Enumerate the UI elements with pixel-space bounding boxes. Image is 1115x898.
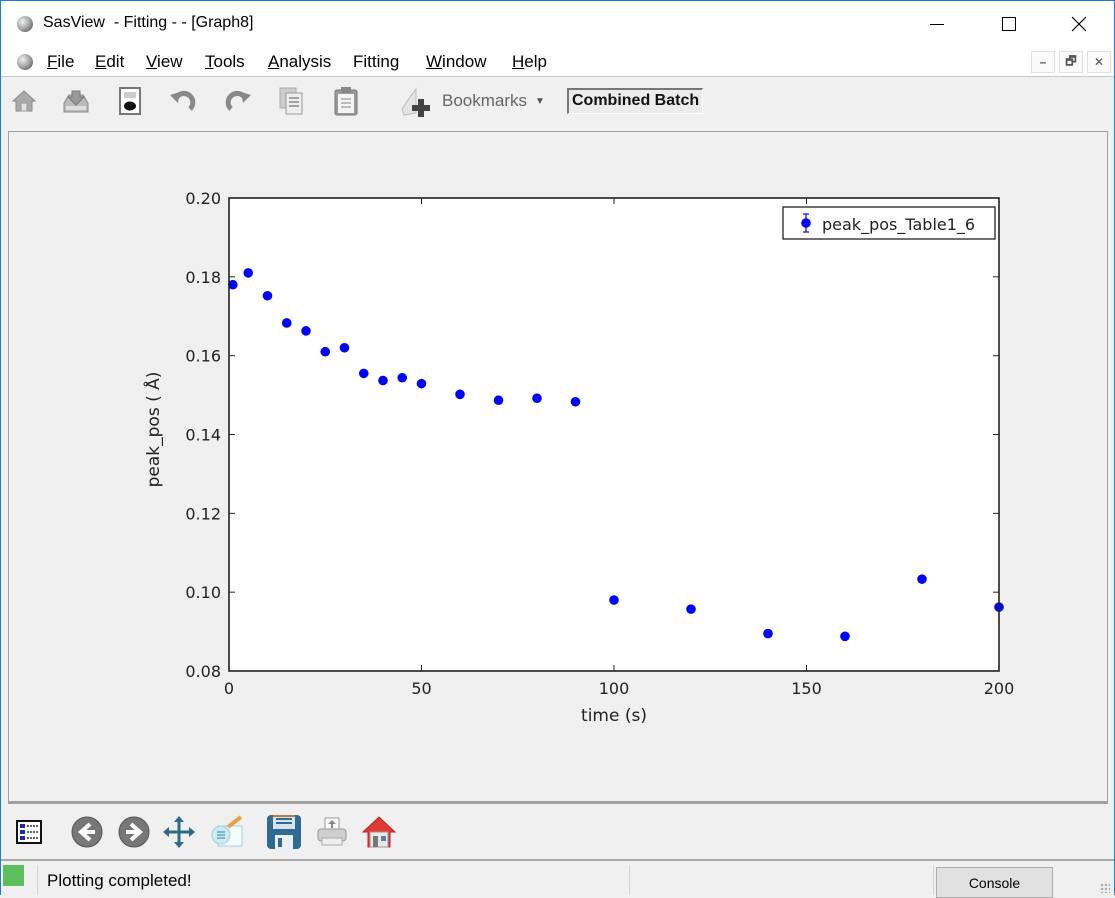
data-point[interactable] bbox=[416, 378, 427, 389]
pan-button[interactable] bbox=[161, 814, 197, 850]
data-point[interactable] bbox=[917, 574, 927, 584]
data-point[interactable] bbox=[301, 326, 311, 336]
data-point[interactable] bbox=[840, 631, 850, 642]
data-point[interactable] bbox=[339, 342, 350, 353]
x-tick-label: 200 bbox=[984, 679, 1015, 698]
data-point[interactable] bbox=[532, 393, 542, 404]
home-icon bbox=[362, 816, 396, 848]
main-window: SasView - Fitting - - [Graph8] File Edit… bbox=[0, 0, 1115, 898]
legend-label: peak_pos_Table1_6 bbox=[822, 215, 975, 235]
reset-home-button[interactable] bbox=[361, 814, 397, 850]
print-button[interactable] bbox=[314, 814, 350, 850]
status-separator bbox=[933, 865, 934, 895]
legend-marker bbox=[801, 218, 811, 228]
status-bar: Plotting completed! Console bbox=[1, 859, 1114, 898]
status-message: Plotting completed! bbox=[47, 871, 192, 890]
zoom-button[interactable] bbox=[209, 814, 245, 850]
y-axis-label: peak_pos ( Å) bbox=[142, 372, 164, 488]
y-tick-label: 0.10 bbox=[185, 583, 221, 602]
x-tick-label: 50 bbox=[411, 679, 431, 698]
back-icon bbox=[71, 816, 103, 848]
data-point[interactable] bbox=[281, 318, 292, 328]
status-separator bbox=[37, 865, 38, 895]
scatter-chart[interactable]: 0.08 0.10 0.12 0.14 0.16 0.18 0.20 0 50 100 150 20… bbox=[1, 1, 1115, 811]
data-point[interactable] bbox=[686, 604, 696, 614]
data-point[interactable] bbox=[763, 628, 773, 639]
data-point[interactable] bbox=[262, 290, 273, 301]
legend: peak_pos_Table1_6 bbox=[782, 206, 996, 240]
save-icon bbox=[267, 815, 301, 849]
y-tick-label: 0.20 bbox=[185, 189, 221, 208]
data-point[interactable] bbox=[243, 268, 254, 278]
console-button[interactable]: Console bbox=[936, 867, 1053, 898]
forward-button[interactable] bbox=[116, 814, 152, 850]
plot-navigation-toolbar bbox=[1, 808, 1114, 856]
x-tick-label: 150 bbox=[791, 679, 822, 698]
x-axis-label: time (s) bbox=[581, 706, 647, 726]
forward-icon bbox=[118, 816, 150, 848]
data-point[interactable] bbox=[378, 375, 388, 386]
y-tick-label: 0.08 bbox=[185, 662, 221, 681]
data-point[interactable] bbox=[570, 396, 581, 407]
status-separator bbox=[629, 865, 630, 895]
y-tick-label: 0.12 bbox=[185, 504, 221, 523]
data-point[interactable] bbox=[493, 395, 504, 406]
y-tick-label: 0.18 bbox=[185, 268, 221, 287]
save-button[interactable] bbox=[266, 814, 302, 850]
pan-icon bbox=[163, 816, 195, 848]
data-point[interactable] bbox=[320, 346, 331, 357]
x-tick-label: 100 bbox=[599, 679, 630, 698]
zoom-icon bbox=[211, 815, 243, 847]
resize-grip-icon[interactable] bbox=[1100, 883, 1110, 893]
x-tick-label: 0 bbox=[224, 679, 234, 698]
y-tick-label: 0.16 bbox=[185, 347, 221, 366]
status-indicator bbox=[3, 865, 24, 886]
data-point[interactable] bbox=[609, 595, 619, 605]
data-point[interactable] bbox=[455, 389, 465, 400]
legend-toggle-icon bbox=[16, 820, 42, 844]
legend-toggle-button[interactable] bbox=[11, 814, 47, 850]
data-point[interactable] bbox=[397, 372, 408, 383]
print-icon bbox=[317, 817, 347, 846]
data-point[interactable] bbox=[358, 368, 369, 379]
y-tick-label: 0.14 bbox=[185, 426, 221, 445]
back-button[interactable] bbox=[69, 814, 105, 850]
